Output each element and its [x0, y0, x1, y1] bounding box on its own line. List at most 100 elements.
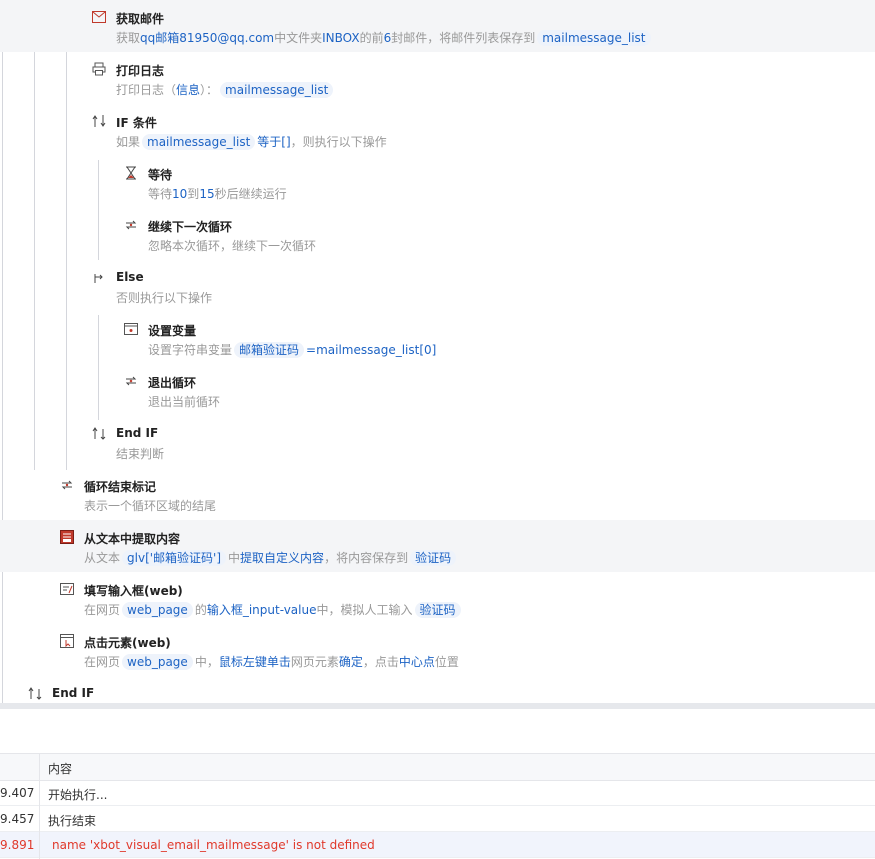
description-text: 中文件夹	[274, 31, 323, 45]
description-text: 获取	[116, 31, 141, 45]
description-text: 的前	[359, 31, 384, 45]
flow-editor: 获取邮件获取qq邮箱81950@qq.com中文件夹INBOX的前6封邮件，将邮…	[0, 0, 875, 706]
description-text: 秒后继续运行	[214, 187, 287, 201]
flow-step[interactable]: 打印日志 打印日志（信息）： mailmessage_list	[0, 52, 875, 104]
variable-tag: 验证码	[410, 550, 457, 566]
parameter-value: 鼠标左键单击	[218, 655, 291, 669]
end-if-icon	[27, 685, 43, 701]
extract-text-icon	[59, 529, 75, 545]
description-text: ）：	[200, 83, 219, 97]
variable-tag: 邮箱验证码	[234, 342, 305, 358]
description-text: 等待	[148, 187, 173, 201]
step-title: 点击元素(web)	[84, 636, 171, 650]
end-if-icon	[91, 425, 107, 441]
description-text: 网页元素	[290, 655, 339, 669]
parameter-value: 10	[172, 187, 188, 201]
description-text: 退出当前循环	[148, 395, 221, 409]
step-description: 在网页 web_page 中，鼠标左键单击网页元素确定，点击中心点位置	[84, 653, 459, 670]
parameter-value: 15	[199, 187, 215, 201]
log-row[interactable]: 9.457 执行结束	[0, 806, 875, 832]
printer-icon	[91, 61, 107, 77]
loop-exit-icon	[123, 373, 139, 389]
flow-step[interactable]: 填写输入框(web) 在网页 web_page 的输入框_input-value中，模…	[0, 572, 875, 624]
step-title: 循环结束标记	[84, 480, 157, 494]
flow-step[interactable]: 设置变量 设置字符串变量 邮箱验证码 =mailmessage_list[0]	[0, 312, 875, 364]
step-title: 等待	[148, 168, 173, 182]
step-description: 从文本 glv['邮箱验证码'] 中提取自定义内容，将内容保存到 验证码	[84, 549, 458, 566]
flow-step[interactable]: Else 否则执行以下操作	[0, 260, 875, 312]
click-element-icon	[59, 633, 75, 649]
variable-tag: 验证码	[414, 602, 461, 618]
log-content: name 'xbot_visual_email_mailmessage' is …	[52, 838, 375, 852]
log-row[interactable]: 9.407 开始执行...	[0, 780, 875, 806]
variable-tag: glv['邮箱验证码']	[122, 550, 227, 566]
description-text: 在网页	[84, 655, 121, 669]
flow-step[interactable]: 循环结束标记表示一个循环区域的结尾	[0, 468, 875, 520]
parameter-value: 等于[]	[257, 135, 291, 149]
description-text: 中，模拟人工输入	[316, 603, 413, 617]
parameter-value: 输入框_input-value	[206, 603, 317, 617]
variable-tag: mailmessage_list	[537, 30, 651, 46]
description-text: ，点击	[362, 655, 399, 669]
log-time: 9.407	[0, 786, 35, 800]
step-description: 如果 mailmessage_list 等于[]，则执行以下操作	[116, 133, 387, 150]
mail-icon	[91, 9, 107, 25]
description-text: 表示一个循环区域的结尾	[84, 499, 217, 513]
step-title: End IF	[52, 686, 95, 700]
step-title: 获取邮件	[116, 12, 165, 26]
log-row-error[interactable]: 9.891 name 'xbot_visual_email_mailmessag…	[0, 832, 875, 858]
description-text: 在网页	[84, 603, 121, 617]
step-title: 设置变量	[148, 324, 197, 338]
description-text: 从文本	[84, 551, 121, 565]
step-title: End IF	[116, 426, 159, 440]
description-text: 的	[194, 603, 207, 617]
description-text: 否则执行以下操作	[116, 291, 213, 305]
log-panel: 内容 9.407 开始执行... 9.457 执行结束 9.891 name '…	[0, 753, 875, 859]
flow-step[interactable]: End IF 结束判断	[0, 416, 875, 468]
description-text: 如果	[116, 135, 141, 149]
step-title: 打印日志	[116, 64, 165, 78]
parameter-value: 50@qq.com	[202, 31, 275, 45]
else-icon	[91, 269, 107, 285]
log-time: 9.457	[0, 812, 35, 826]
step-description: 表示一个循环区域的结尾	[84, 497, 216, 514]
flow-step[interactable]: 获取邮件获取qq邮箱81950@qq.com中文件夹INBOX的前6封邮件，将邮…	[0, 0, 875, 52]
parameter-value: 确定	[338, 655, 363, 669]
flow-step[interactable]: End IF	[0, 676, 875, 706]
description-text: 中，	[194, 655, 219, 669]
flow-step[interactable]: 从文本中提取内容从文本 glv['邮箱验证码'] 中提取自定义内容，将内容保存到 验证…	[0, 520, 875, 572]
variable-tag: mailmessage_list	[142, 134, 256, 150]
if-icon	[91, 113, 107, 129]
parameter-value: 提取自定义内容	[240, 551, 325, 565]
log-time: 9.891	[0, 838, 35, 852]
log-header-content: 内容	[48, 762, 73, 776]
hourglass-icon	[123, 165, 139, 181]
flow-step[interactable]: 点击元素(web) 在网页 web_page 中，鼠标左键单击网页元素确定，点击中心点…	[0, 624, 875, 676]
log-content: 执行结束	[48, 814, 97, 828]
step-description: 否则执行以下操作	[116, 289, 212, 306]
set-variable-icon	[123, 321, 139, 337]
step-description: 结束判断	[116, 445, 164, 462]
parameter-value: 中心点	[398, 655, 435, 669]
log-header: 内容	[0, 753, 875, 781]
flow-step[interactable]: 继续下一次循环 忽略本次循环，继续下一次循环	[0, 208, 875, 260]
step-title: 退出循环	[148, 376, 197, 390]
flow-step[interactable]: 退出循环退出当前循环	[0, 364, 875, 416]
parameter-value: INBOX	[322, 31, 360, 45]
description-text: ，则执行以下操作	[290, 135, 387, 149]
step-title: 从文本中提取内容	[84, 532, 181, 546]
step-description: 在网页 web_page 的输入框_input-value中，模拟人工输入 验证码	[84, 601, 463, 618]
step-description: 获取qq邮箱81950@qq.com中文件夹INBOX的前6封邮件，将邮件列表保…	[116, 29, 653, 46]
step-description: 忽略本次循环，继续下一次循环	[148, 237, 316, 254]
parameter-value: =mailmessage_list[0]	[306, 343, 437, 357]
flow-step[interactable]: IF 条件 如果 mailmessage_list 等于[]，则执行以下操作	[0, 104, 875, 156]
parameter-value: 信息	[176, 83, 201, 97]
variable-tag: web_page	[122, 654, 193, 670]
parameter-value: qq邮箱819	[140, 31, 203, 45]
step-title: 填写输入框(web)	[84, 584, 183, 598]
column-divider	[39, 753, 40, 859]
description-text: 结束判断	[116, 447, 165, 461]
horizontal-scrollbar[interactable]	[0, 703, 875, 709]
loop-end-icon	[59, 477, 75, 493]
flow-step[interactable]: 等待 等待10到15秒后继续运行	[0, 156, 875, 208]
